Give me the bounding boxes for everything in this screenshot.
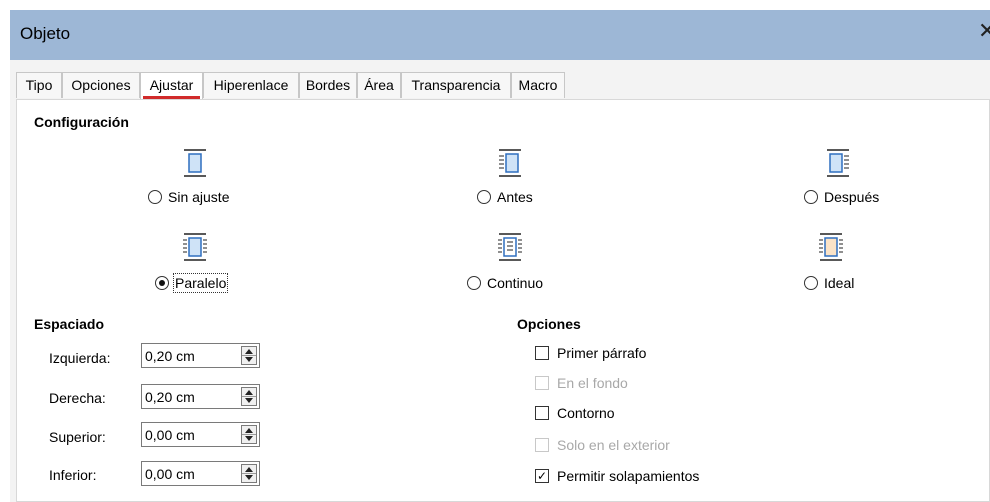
left-spinner[interactable] [241, 346, 257, 365]
checkbox-primer-parrafo-box[interactable] [535, 346, 549, 360]
spin-down-icon[interactable] [245, 357, 253, 362]
bottom-value[interactable]: 0,00 cm [145, 466, 195, 482]
checkbox-permitir-solapamientos-box[interactable]: ✓ [535, 469, 549, 483]
right-spin-field[interactable]: 0,20 cm [141, 384, 260, 409]
radio-antes-label: Antes [497, 189, 533, 205]
radio-despues-label: Después [824, 189, 880, 205]
right-label: Derecha: [49, 390, 106, 406]
wrap-optimal-icon [819, 233, 843, 261]
tab-transparencia[interactable]: Transparencia [401, 72, 511, 98]
radio-continuo-indicator[interactable] [467, 276, 481, 290]
wrap-before-icon [499, 149, 521, 177]
checkbox-en-el-fondo-box [535, 376, 549, 390]
spin-up-icon[interactable] [245, 428, 253, 433]
radio-sin-ajuste-indicator[interactable] [148, 190, 162, 204]
radio-ideal[interactable]: Ideal [804, 275, 854, 291]
checkbox-en-el-fondo: En el fondo [535, 375, 628, 391]
wrap-parallel-icon [183, 233, 207, 261]
right-spinner[interactable] [241, 387, 257, 406]
tab-macro[interactable]: Macro [511, 72, 565, 98]
radio-paralelo[interactable]: Paralelo [155, 273, 229, 293]
radio-sin-ajuste-label: Sin ajuste [168, 189, 230, 205]
radio-sin-ajuste[interactable]: Sin ajuste [148, 189, 229, 205]
tab-hiperenlace[interactable]: Hiperenlace [203, 72, 299, 98]
right-value[interactable]: 0,20 cm [145, 389, 195, 405]
radio-continuo-label: Continuo [487, 275, 544, 291]
left-value[interactable]: 0,20 cm [145, 348, 195, 364]
radio-antes[interactable]: Antes [477, 189, 533, 205]
checkbox-primer-parrafo[interactable]: Primer párrafo [535, 345, 646, 361]
radio-ideal-label: Ideal [824, 275, 855, 291]
checkbox-solo-exterior: Solo en el exterior [535, 437, 670, 453]
tab-opciones[interactable]: Opciones [62, 72, 140, 98]
spin-up-icon[interactable] [245, 390, 253, 395]
options-heading: Opciones [517, 316, 581, 332]
title-bar: Objeto ✕ [10, 10, 990, 60]
radio-continuo[interactable]: Continuo [467, 275, 543, 291]
radio-antes-indicator[interactable] [477, 190, 491, 204]
radio-paralelo-label: Paralelo [172, 273, 229, 293]
bottom-spinner[interactable] [241, 464, 257, 483]
spin-up-icon[interactable] [245, 467, 253, 472]
wrap-through-icon [498, 233, 522, 261]
radio-despues-indicator[interactable] [804, 190, 818, 204]
bottom-spin-field[interactable]: 0,00 cm [141, 461, 260, 486]
top-spin-field[interactable]: 0,00 cm [141, 422, 260, 447]
checkbox-contorno-box[interactable] [535, 406, 549, 420]
checkbox-permitir-solapamientos[interactable]: ✓ Permitir solapamientos [535, 468, 699, 484]
checkbox-primer-parrafo-label: Primer párrafo [557, 345, 647, 361]
tab-tipo[interactable]: Tipo [16, 72, 62, 98]
bottom-label: Inferior: [49, 467, 97, 483]
window-title: Objeto [20, 24, 71, 43]
spin-down-icon[interactable] [245, 475, 253, 480]
spacing-heading: Espaciado [34, 316, 105, 332]
radio-paralelo-indicator[interactable] [155, 276, 169, 290]
radio-ideal-indicator[interactable] [804, 276, 818, 290]
top-spinner[interactable] [241, 425, 257, 444]
spin-down-icon[interactable] [245, 398, 253, 403]
tab-ajustar[interactable]: Ajustar [140, 72, 203, 100]
tab-area[interactable]: Área [357, 72, 401, 98]
close-icon[interactable]: ✕ [978, 20, 990, 42]
checkbox-permitir-solapamientos-label: Permitir solapamientos [557, 468, 700, 484]
wrap-none-icon [184, 149, 206, 177]
checkbox-solo-exterior-label: Solo en el exterior [557, 437, 670, 453]
spin-up-icon[interactable] [245, 349, 253, 354]
spin-down-icon[interactable] [245, 436, 253, 441]
wrap-after-icon [827, 149, 849, 177]
left-spin-field[interactable]: 0,20 cm [141, 343, 260, 368]
settings-heading: Configuración [34, 114, 129, 130]
checkbox-contorno-label: Contorno [557, 405, 615, 421]
tab-bordes[interactable]: Bordes [299, 72, 357, 98]
top-label: Superior: [49, 429, 106, 445]
checkbox-solo-exterior-box [535, 438, 549, 452]
checkbox-en-el-fondo-label: En el fondo [557, 375, 628, 391]
top-value[interactable]: 0,00 cm [145, 427, 195, 443]
checkbox-contorno[interactable]: Contorno [535, 405, 615, 421]
left-label: Izquierda: [49, 350, 111, 366]
radio-despues[interactable]: Después [804, 189, 879, 205]
checkmark-icon: ✓ [537, 469, 548, 483]
